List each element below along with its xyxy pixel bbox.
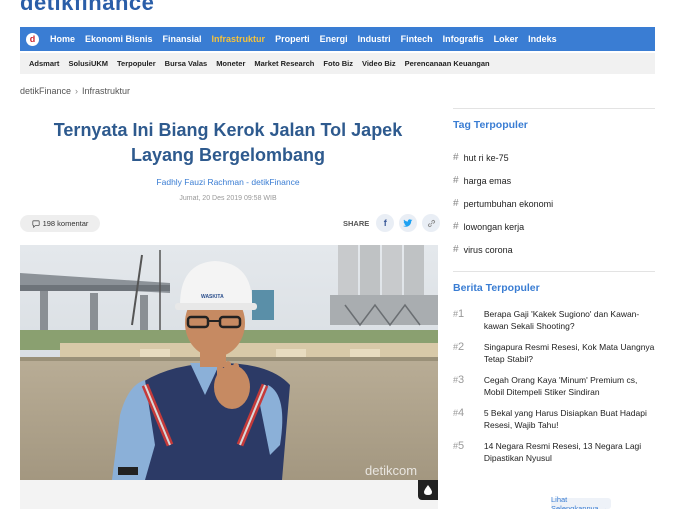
nav-item-infografis[interactable]: Infografis (443, 34, 484, 44)
berita-rank: #1 (453, 308, 465, 320)
tag-label: virus corona (463, 244, 513, 255)
subnav-item-moneter[interactable]: Moneter (216, 59, 245, 68)
breadcrumb: detikFinance › Infrastruktur (20, 86, 130, 96)
nav-item-loker[interactable]: Loker (494, 34, 519, 44)
breadcrumb-current-link[interactable]: Infrastruktur (82, 86, 130, 96)
tag-label: harga emas (463, 175, 512, 186)
berita-item[interactable]: #1 Berapa Gaji 'Kakek Sugiono' dan Kawan… (453, 308, 655, 332)
berita-list: #1 Berapa Gaji 'Kakek Sugiono' dan Kawan… (453, 308, 655, 473)
nav-item-home[interactable]: Home (50, 34, 75, 44)
nav-item-energi[interactable]: Energi (320, 34, 348, 44)
tag-terpopuler-title: Tag Terpopuler (453, 119, 528, 131)
water-drop-icon[interactable] (418, 480, 438, 500)
subnav-item-bursa-valas[interactable]: Bursa Valas (165, 59, 208, 68)
comment-bubble-icon (31, 219, 40, 228)
subnav-item-perencanaan-keuangan[interactable]: Perencanaan Keuangan (405, 59, 490, 68)
article-photo-scene (20, 245, 438, 480)
hash-icon: # (453, 221, 459, 232)
comments-count: 198 komentar (42, 219, 89, 228)
berita-rank: #2 (453, 341, 465, 353)
article-photo[interactable] (20, 245, 438, 480)
share-bar: SHARE f (343, 214, 441, 232)
subnav-item-adsmart[interactable]: Adsmart (29, 59, 59, 68)
hash-icon: # (453, 152, 459, 163)
nav-item-indeks[interactable]: Indeks (528, 34, 557, 44)
berita-title-text: Cegah Orang Kaya 'Minum' Premium cs, Mob… (483, 375, 638, 397)
main-navigation: d Home Ekonomi Bisnis Finansial Infrastr… (20, 27, 655, 51)
subnav-item-terpopuler[interactable]: Terpopuler (117, 59, 156, 68)
tag-label: pertumbuhan ekonomi (463, 198, 554, 209)
berita-item[interactable]: #4 5 Bekal yang Harus Disiapkan Buat Had… (453, 407, 655, 431)
berita-item[interactable]: #5 14 Negara Resmi Resesi, 13 Negara Lag… (453, 440, 655, 464)
berita-rank: #3 (453, 374, 465, 386)
subnav-item-video-biz[interactable]: Video Biz (362, 59, 396, 68)
hash-icon: # (453, 175, 459, 186)
tag-label: lowongan kerja (463, 221, 525, 232)
article-date: Jumat, 20 Des 2019 09:58 WIB (179, 195, 277, 202)
lihat-selengkapnya-button[interactable]: Lihat Selengkapnya → (551, 495, 611, 509)
berita-item[interactable]: #2 Singapura Resmi Resesi, Kok Mata Uang… (453, 341, 655, 365)
berita-title-text: Berapa Gaji 'Kakek Sugiono' dan Kawan-ka… (483, 309, 640, 331)
tag-item[interactable]: # virus corona (453, 238, 553, 261)
sidebar: Tag Terpopuler # hut ri ke-75 # harga emas… (453, 108, 655, 463)
article-author[interactable]: Fadhly Fauzi Rachman - detikFinance (20, 177, 436, 187)
subnav-item-solusiukm[interactable]: SolusiUKM (68, 59, 108, 68)
facebook-share-icon[interactable]: f (376, 214, 395, 232)
nav-item-ekonomi-bisnis[interactable]: Ekonomi Bisnis (85, 34, 153, 44)
tag-item[interactable]: # lowongan kerja (453, 215, 553, 238)
berita-title-text: 5 Bekal yang Harus Disiapkan Buat Hadapi… (483, 408, 647, 430)
sidebar-top-divider (453, 108, 655, 109)
nav-item-industri[interactable]: Industri (358, 34, 391, 44)
helmet-logo-text: WASKITA (201, 294, 224, 300)
nav-item-properti[interactable]: Properti (275, 34, 310, 44)
hash-icon: # (453, 198, 459, 209)
berita-terpopuler-title: Berita Terpopuler (453, 282, 540, 294)
site-logo[interactable]: detikfinance (20, 0, 154, 15)
tag-item[interactable]: # harga emas (453, 169, 553, 192)
subnav-item-foto-biz[interactable]: Foto Biz (323, 59, 353, 68)
copy-link-icon[interactable] (422, 214, 441, 232)
berita-title-text: Singapura Resmi Resesi, Kok Mata Uangnya… (483, 342, 655, 364)
twitter-share-icon[interactable] (399, 214, 418, 232)
sub-navigation: Adsmart SolusiUKM Terpopuler Bursa Valas… (20, 53, 655, 74)
berita-title-text: 14 Negara Resmi Resesi, 13 Negara Lagi D… (483, 441, 642, 463)
berita-item[interactable]: #3 Cegah Orang Kaya 'Minum' Premium cs, … (453, 374, 655, 398)
subnav-item-market-research[interactable]: Market Research (254, 59, 314, 68)
tag-label: hut ri ke-75 (463, 152, 509, 163)
breadcrumb-home-link[interactable]: detikFinance (20, 86, 71, 96)
article-title: Ternyata Ini Biang Kerok Jalan Tol Japek… (53, 120, 403, 165)
article-bottom-bar (20, 480, 438, 509)
detik-logo-icon[interactable]: d (26, 32, 39, 46)
hash-icon: # (453, 244, 459, 255)
photo-watermark: detikcom (365, 463, 418, 478)
tag-item[interactable]: # pertumbuhan ekonomi (453, 192, 553, 215)
tag-item[interactable]: # hut ri ke-75 (453, 146, 553, 169)
breadcrumb-separator: › (75, 86, 79, 96)
share-label: SHARE (343, 218, 370, 228)
comments-button[interactable]: 198 komentar (20, 215, 100, 232)
berita-rank: #4 (453, 407, 465, 419)
tag-list: # hut ri ke-75 # harga emas # pertumbuhan e… (453, 146, 553, 261)
sidebar-divider (453, 271, 655, 272)
nav-item-infrastruktur[interactable]: Infrastruktur (212, 34, 266, 44)
nav-item-finansial[interactable]: Finansial (163, 34, 202, 44)
nav-item-fintech[interactable]: Fintech (401, 34, 433, 44)
berita-rank: #5 (453, 440, 465, 452)
